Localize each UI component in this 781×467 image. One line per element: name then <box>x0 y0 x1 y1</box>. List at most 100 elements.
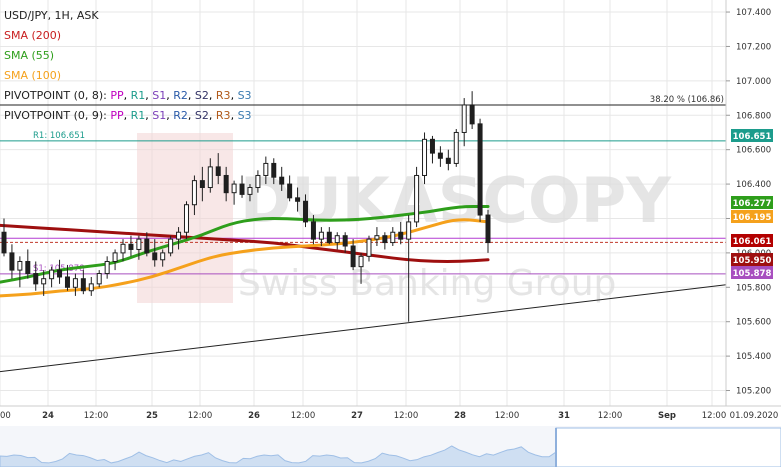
candle-body <box>382 235 388 244</box>
candle-body <box>437 152 443 159</box>
price-badge-label: 106.195 <box>733 213 772 223</box>
candle-body <box>176 231 182 240</box>
y-tick-label: 107.000 <box>736 77 771 87</box>
candle-body <box>310 221 316 240</box>
y-tick-label: 107.400 <box>736 8 771 18</box>
candle-body <box>231 183 237 194</box>
pivot2-prefix: PIVOTPOINT (0, 9): <box>4 109 111 122</box>
candle-body <box>152 252 158 261</box>
candle-body <box>207 166 213 189</box>
candle-body <box>390 231 396 244</box>
candle-body <box>144 238 150 254</box>
x-tick-label: 25 <box>146 411 158 421</box>
pivot2-r3: R3 <box>215 109 231 122</box>
symbol-label: USD/JPY, 1H, ASK <box>4 9 99 22</box>
candle-body <box>239 183 245 195</box>
price-badge-label: 105.878 <box>733 269 772 279</box>
x-tick-label: 27 <box>351 411 363 421</box>
candle-body <box>64 276 70 288</box>
candle-body <box>72 278 78 288</box>
x-end-label: 01.09.2020 <box>730 411 779 421</box>
candle-body <box>17 260 23 271</box>
pivot2-s2: S2 <box>194 109 209 122</box>
candle-body <box>104 260 110 275</box>
pivot2-r1: R1 <box>130 109 146 122</box>
candle-body <box>199 180 205 189</box>
price-badge: 106.651 <box>731 129 773 142</box>
candle-body <box>406 221 412 240</box>
sma100-label: SMA (100) <box>4 69 62 82</box>
candle-body <box>247 187 253 195</box>
candle-body <box>88 283 94 292</box>
pivot1-prefix: PIVOTPOINT (0, 8): <box>4 89 111 102</box>
candle-body <box>358 255 364 268</box>
pivot1-s3: S3 <box>237 89 252 102</box>
pivot1-s1: S1 <box>152 89 167 102</box>
candle-body <box>1 231 7 254</box>
chart-window: DUKASCOPY Swiss Banking Group 38.20 % (1… <box>0 0 781 467</box>
candle-body <box>398 231 404 240</box>
pivot1-r3: R3 <box>215 89 231 102</box>
candle-body <box>112 252 118 262</box>
candle-body <box>342 235 348 247</box>
candle-body <box>128 243 134 250</box>
pivot1-pp: PP <box>110 89 124 102</box>
candle-body <box>41 278 47 285</box>
x-tick-label: 28 <box>454 411 466 421</box>
x-tick-label: 31 <box>558 411 570 421</box>
legend-pivot2[interactable]: PIVOTPOINT (0, 9): PP, R1, S1, R2, S2, R… <box>4 109 252 122</box>
candle-body <box>429 138 435 154</box>
candle-body <box>49 269 55 280</box>
x-tick-label: 00 <box>0 411 11 421</box>
price-badge-label: 106.061 <box>733 237 772 247</box>
price-chart[interactable]: DUKASCOPY Swiss Banking Group 38.20 % (1… <box>0 0 781 467</box>
candle <box>168 235 174 257</box>
navigator-range <box>555 427 781 467</box>
candle-body <box>334 235 340 244</box>
candle-body <box>303 200 309 223</box>
candle-body <box>295 197 301 202</box>
candle-body <box>223 174 229 194</box>
navigator-panel[interactable] <box>0 426 781 467</box>
candle-body <box>160 252 166 261</box>
price-badge: 105.878 <box>731 266 773 279</box>
candle-body <box>191 180 197 206</box>
watermark-brand: DUKASCOPY <box>240 164 672 237</box>
pivot1-s2: S2 <box>194 89 209 102</box>
x-tick-label: 12:00 <box>291 411 316 421</box>
price-badge-label: 105.950 <box>733 256 772 266</box>
candle-body <box>57 269 63 278</box>
y-tick-label: 105.800 <box>736 283 771 293</box>
pivot2-pp: PP <box>110 109 124 122</box>
candle-body <box>271 162 277 178</box>
price-badge: 106.061 <box>731 234 773 247</box>
x-tick-label: 24 <box>42 411 54 421</box>
candle-body <box>25 260 31 275</box>
legend-sma55[interactable]: SMA (55) <box>4 49 54 62</box>
sma200-label: SMA (200) <box>4 29 62 42</box>
x-tick-label: 12:00 <box>188 411 213 421</box>
y-tick-label: 105.600 <box>736 318 771 328</box>
legend-pivot1[interactable]: PIVOTPOINT (0, 8): PP, R1, S1, R2, S2, R… <box>4 89 252 102</box>
watermark-tagline: Swiss Banking Group <box>238 263 616 304</box>
x-tick-label: 12:00 <box>495 411 520 421</box>
candle-body <box>255 174 261 189</box>
legend-symbol: USD/JPY, 1H, ASK <box>4 9 99 22</box>
candle-body <box>287 183 293 199</box>
x-tick-label: Sep <box>658 411 676 421</box>
y-tick-label: 106.400 <box>736 180 771 190</box>
legend-sma100[interactable]: SMA (100) <box>4 69 61 82</box>
x-tick-label: 26 <box>248 411 260 421</box>
legend-sma200[interactable]: SMA (200) <box>4 29 61 42</box>
r1-line-label: R1: 106.651 <box>33 131 85 141</box>
candle-body <box>263 162 269 176</box>
candle-body <box>215 166 221 176</box>
candle-body <box>414 174 420 223</box>
candle-body <box>350 245 356 268</box>
price-badge: 105.950 <box>731 253 773 266</box>
candle <box>477 118 483 222</box>
candle <box>453 129 459 167</box>
candle-body <box>33 273 39 285</box>
y-tick-label: 105.200 <box>736 387 771 397</box>
x-tick-label: 12:00 <box>394 411 419 421</box>
